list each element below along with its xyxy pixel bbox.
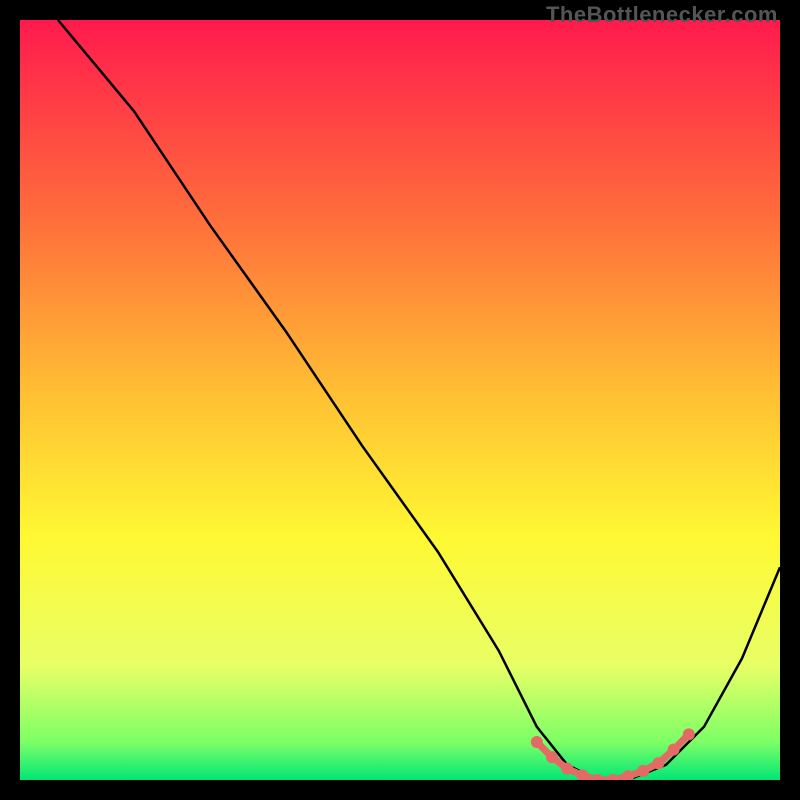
- match-marker: [561, 763, 573, 775]
- match-marker: [531, 736, 543, 748]
- gradient-bg: [20, 20, 780, 780]
- match-marker: [668, 744, 680, 756]
- chart-frame: [20, 20, 780, 780]
- chart-svg: [20, 20, 780, 780]
- match-marker: [652, 757, 664, 769]
- match-marker: [683, 728, 695, 740]
- match-marker: [637, 765, 649, 777]
- match-marker: [546, 751, 558, 763]
- watermark-text: TheBottlenecker.com: [546, 2, 778, 28]
